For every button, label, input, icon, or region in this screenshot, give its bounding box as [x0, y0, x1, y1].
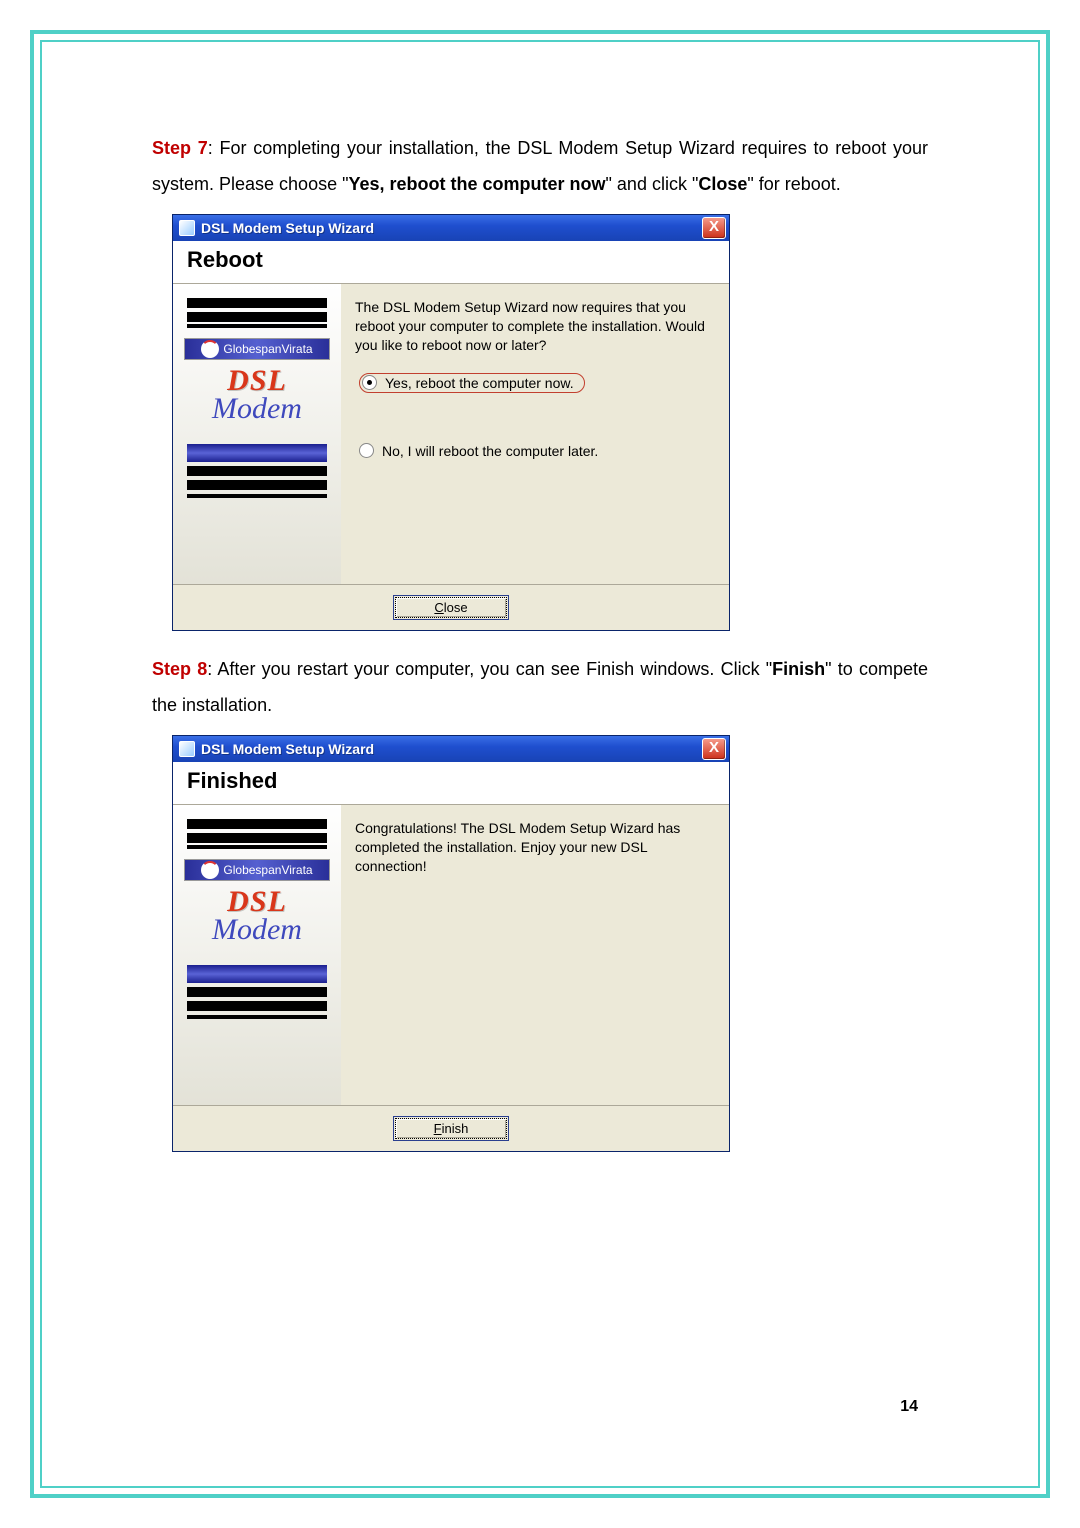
option-no-row[interactable]: No, I will reboot the computer later.	[359, 443, 709, 459]
brand-badge: GlobespanVirata	[184, 859, 330, 881]
close-icon[interactable]: X	[702, 738, 726, 760]
wizard-sidebar: GlobespanVirata DSL Modem	[173, 284, 341, 584]
app-icon	[179, 741, 195, 757]
step8-label: Step 8	[152, 659, 207, 679]
close-button[interactable]: Close	[393, 595, 509, 620]
window-title: DSL Modem Setup Wizard	[201, 741, 374, 757]
option-no-label: No, I will reboot the computer later.	[382, 443, 598, 459]
brand-logo-icon	[201, 340, 219, 358]
finished-window: DSL Modem Setup Wizard X Finished Globes…	[172, 735, 730, 1152]
panel-header: Finished	[187, 768, 715, 794]
titlebar[interactable]: DSL Modem Setup Wizard X	[173, 736, 729, 762]
step8-bold-a: Finish	[772, 659, 825, 679]
close-button-rest: lose	[444, 600, 468, 615]
wizard-sidebar: GlobespanVirata DSL Modem	[173, 805, 341, 1105]
step7-text-b: " and click "	[606, 174, 699, 194]
finish-button[interactable]: Finish	[393, 1116, 509, 1141]
option-yes-label: Yes, reboot the computer now.	[385, 375, 574, 391]
finish-button-accel: F	[434, 1121, 442, 1136]
panel-header: Reboot	[187, 247, 715, 273]
step7-bold-a: Yes, reboot the computer now	[348, 174, 605, 194]
radio-no-icon[interactable]	[359, 443, 374, 458]
step8-paragraph: Step 8: After you restart your computer,…	[152, 651, 928, 723]
close-button-accel: C	[434, 600, 443, 615]
logo-line2: Modem	[181, 913, 333, 947]
finished-message: Congratulations! The DSL Modem Setup Wiz…	[355, 819, 709, 876]
reboot-window: DSL Modem Setup Wizard X Reboot Globespa…	[172, 214, 730, 631]
titlebar[interactable]: DSL Modem Setup Wizard X	[173, 215, 729, 241]
step7-label: Step 7	[152, 138, 208, 158]
close-icon[interactable]: X	[702, 217, 726, 239]
brand-name: GlobespanVirata	[223, 342, 312, 356]
app-icon	[179, 220, 195, 236]
step7-text-c: " for reboot.	[747, 174, 840, 194]
brand-logo-icon	[201, 861, 219, 879]
finish-button-rest: inish	[442, 1121, 469, 1136]
brand-name: GlobespanVirata	[223, 863, 312, 877]
reboot-message: The DSL Modem Setup Wizard now requires …	[355, 298, 709, 355]
step7-bold-b: Close	[698, 174, 747, 194]
step7-paragraph: Step 7: For completing your installation…	[152, 130, 928, 202]
brand-badge: GlobespanVirata	[184, 338, 330, 360]
logo-line2: Modem	[181, 392, 333, 426]
page-number: 14	[900, 1398, 918, 1416]
option-yes-row[interactable]: Yes, reboot the computer now.	[359, 373, 709, 393]
window-title: DSL Modem Setup Wizard	[201, 220, 374, 236]
step8-text-a: : After you restart your computer, you c…	[207, 659, 772, 679]
radio-yes-icon[interactable]	[362, 375, 377, 390]
